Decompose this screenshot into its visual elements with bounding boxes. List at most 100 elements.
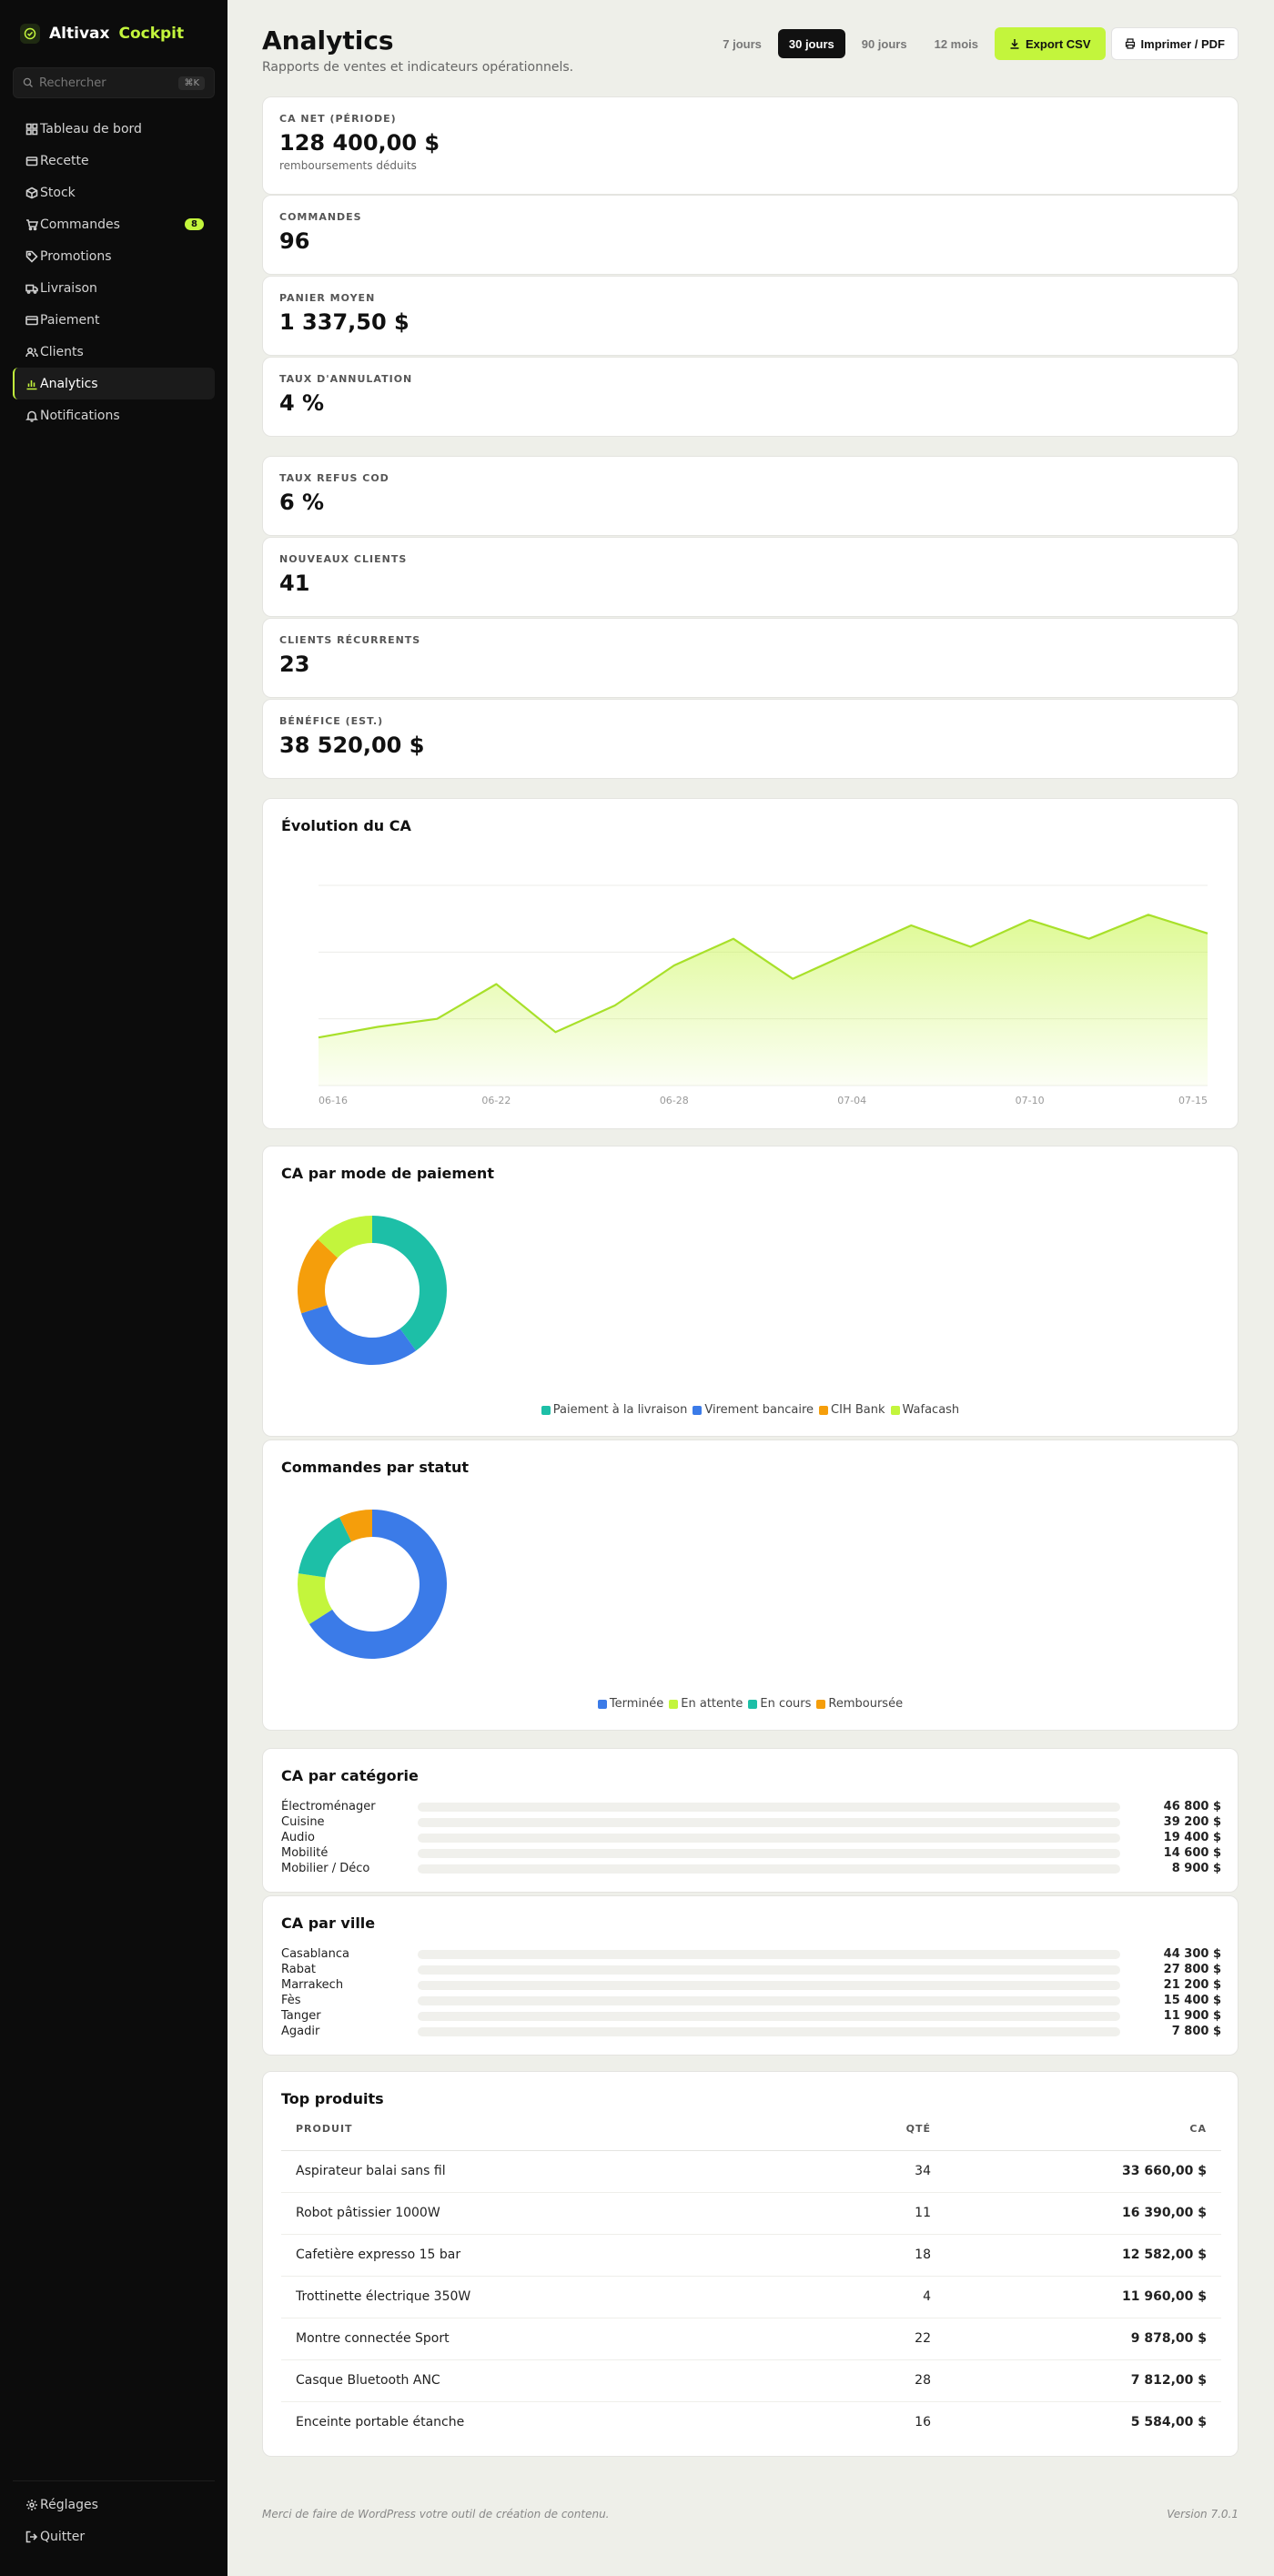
export-csv-button[interactable]: Export CSV — [995, 27, 1106, 60]
legend-swatch — [597, 1699, 607, 1709]
sidebar-item-quit[interactable]: Quitter — [13, 2520, 215, 2552]
range-7-days-button[interactable]: 7 jours — [712, 29, 773, 58]
legend-item[interactable]: Virement bancaire — [693, 1403, 814, 1417]
product-qty: 4 — [809, 2276, 945, 2318]
data-point[interactable] — [908, 923, 914, 928]
category-row: Cuisine 39 200 $ — [281, 1814, 1221, 1830]
sidebar-item-commandes[interactable]: Commandes 8 — [13, 208, 215, 240]
kpi-card-average-basket: PANIER MOYEN 1 337,50 $ — [262, 276, 1239, 356]
city-revenue-card: CA par ville Casablanca 44 300 $ Rabat 27 … — [262, 1895, 1239, 2056]
city-value: 21 200 $ — [1163, 1978, 1221, 1992]
donut-slice[interactable] — [298, 1517, 352, 1578]
range-12-months-button[interactable]: 12 mois — [924, 29, 989, 58]
data-point[interactable] — [790, 976, 795, 982]
table-row[interactable]: Robot pâtissier 1000W 11 16 390,00 $ — [281, 2192, 1221, 2235]
brand[interactable]: Altivax Cockpit — [20, 24, 184, 44]
sidebar-item-paiement[interactable]: Paiement — [13, 304, 215, 336]
legend-label: Terminée — [609, 1697, 664, 1711]
grid-icon — [25, 123, 38, 135]
sidebar-item-label: Promotions — [40, 248, 112, 264]
sidebar-item-livraison[interactable]: Livraison — [13, 272, 215, 304]
bell-icon — [25, 410, 38, 422]
legend-label: Remboursée — [828, 1697, 904, 1711]
legend-label: Paiement à la livraison — [552, 1403, 688, 1417]
logout-icon — [25, 2531, 38, 2542]
x-tick-label: 07-04 — [837, 1095, 866, 1106]
order-status-card: Commandes par statut Terminée En attente… — [262, 1440, 1239, 1731]
category-row: Audio 19 400 $ — [281, 1830, 1221, 1845]
data-point[interactable] — [553, 1029, 559, 1035]
data-point[interactable] — [434, 1016, 440, 1022]
donut-slice[interactable] — [372, 1216, 447, 1351]
table-row[interactable]: Montre connectée Sport 22 9 878,00 $ — [281, 2318, 1221, 2360]
donut-slice[interactable] — [301, 1305, 417, 1365]
sidebar-item-label: Stock — [40, 185, 76, 200]
data-point[interactable] — [849, 949, 854, 955]
sidebar-item-recette[interactable]: Recette — [13, 145, 215, 177]
kpi-value: 4 % — [279, 390, 325, 416]
city-row: Casablanca 44 300 $ — [281, 1946, 1221, 1962]
kpi-value: 96 — [279, 228, 310, 254]
legend-item[interactable]: Terminée — [597, 1697, 664, 1711]
bar-track — [418, 1848, 1120, 1858]
sidebar-item-clients[interactable]: Clients — [13, 336, 215, 368]
legend-item[interactable]: Remboursée — [816, 1697, 903, 1711]
legend-swatch — [541, 1405, 551, 1415]
product-qty: 18 — [809, 2234, 945, 2277]
sidebar-item-stock[interactable]: Stock — [13, 177, 215, 208]
kpi-value: 6 % — [279, 490, 325, 515]
search-input[interactable]: Rechercher ⌘K — [13, 67, 215, 98]
range-90-days-button[interactable]: 90 jours — [851, 29, 918, 58]
sidebar-item-analytics[interactable]: Analytics — [13, 368, 215, 399]
data-point[interactable] — [1205, 931, 1210, 936]
product-qty: 28 — [809, 2359, 945, 2402]
print-pdf-button[interactable]: Imprimer / PDF — [1110, 27, 1239, 60]
data-point[interactable] — [1087, 936, 1092, 942]
legend-label: Virement bancaire — [704, 1403, 814, 1417]
bar-track — [418, 1817, 1120, 1827]
legend-swatch — [748, 1699, 758, 1709]
table-row[interactable]: Trottinette électrique 350W 4 11 960,00 $ — [281, 2276, 1221, 2318]
category-revenue-card: CA par catégorie Électroménager 46 800 $ … — [262, 1748, 1239, 1893]
data-point[interactable] — [612, 1003, 618, 1008]
product-name: Montre connectée Sport — [281, 2318, 809, 2360]
cart-icon — [26, 218, 38, 230]
download-icon — [1010, 39, 1019, 49]
orders-count-badge: 8 — [185, 218, 204, 230]
data-point[interactable] — [1027, 917, 1033, 923]
legend-item[interactable]: CIH Bank — [819, 1403, 885, 1417]
range-30-days-button[interactable]: 30 jours — [777, 29, 845, 58]
payment-method-donut[interactable] — [281, 1199, 463, 1381]
sidebar-item-notifications[interactable]: Notifications — [13, 399, 215, 431]
payment-method-legend: Paiement à la livraison Virement bancair… — [263, 1403, 1238, 1417]
product-name: Trottinette électrique 350W — [281, 2276, 809, 2318]
order-status-donut[interactable] — [281, 1493, 463, 1675]
x-tick-label: 07-10 — [1016, 1095, 1045, 1106]
table-row[interactable]: Cafetière expresso 15 bar 18 12 582,00 $ — [281, 2234, 1221, 2277]
data-point[interactable] — [672, 963, 677, 968]
revenue-area-chart[interactable]: 06-16 06-22 06-28 07-04 07-10 07-15 — [263, 799, 1239, 1130]
legend-item[interactable]: Wafacash — [890, 1403, 959, 1417]
data-point[interactable] — [967, 944, 973, 949]
legend-item[interactable]: Paiement à la livraison — [541, 1403, 688, 1417]
product-qty: 22 — [809, 2318, 945, 2360]
kpi-label: TAUX D'ANNULATION — [279, 373, 413, 385]
table-row[interactable]: Casque Bluetooth ANC 28 7 812,00 $ — [281, 2359, 1221, 2402]
sidebar-item-settings[interactable]: Réglages — [13, 2489, 215, 2520]
bar-track — [418, 2011, 1120, 2021]
data-point[interactable] — [316, 1035, 321, 1040]
table-row[interactable]: Enceinte portable étanche 16 5 584,00 $ — [281, 2401, 1221, 2443]
sidebar-item-label: Quitter — [40, 2529, 86, 2544]
sidebar-item-promotions[interactable]: Promotions — [13, 240, 215, 272]
data-point[interactable] — [731, 936, 736, 942]
data-point[interactable] — [493, 982, 499, 987]
legend-item[interactable]: En cours — [748, 1697, 811, 1711]
category-value: 8 900 $ — [1171, 1862, 1221, 1875]
category-row: Électroménager 46 800 $ — [281, 1799, 1221, 1814]
data-point[interactable] — [375, 1024, 380, 1029]
legend-swatch — [819, 1405, 829, 1415]
table-row[interactable]: Aspirateur balai sans fil 34 33 660,00 $ — [281, 2150, 1221, 2193]
sidebar-item-dashboard[interactable]: Tableau de bord — [13, 113, 215, 145]
legend-item[interactable]: En attente — [669, 1697, 743, 1711]
data-point[interactable] — [1146, 912, 1151, 917]
